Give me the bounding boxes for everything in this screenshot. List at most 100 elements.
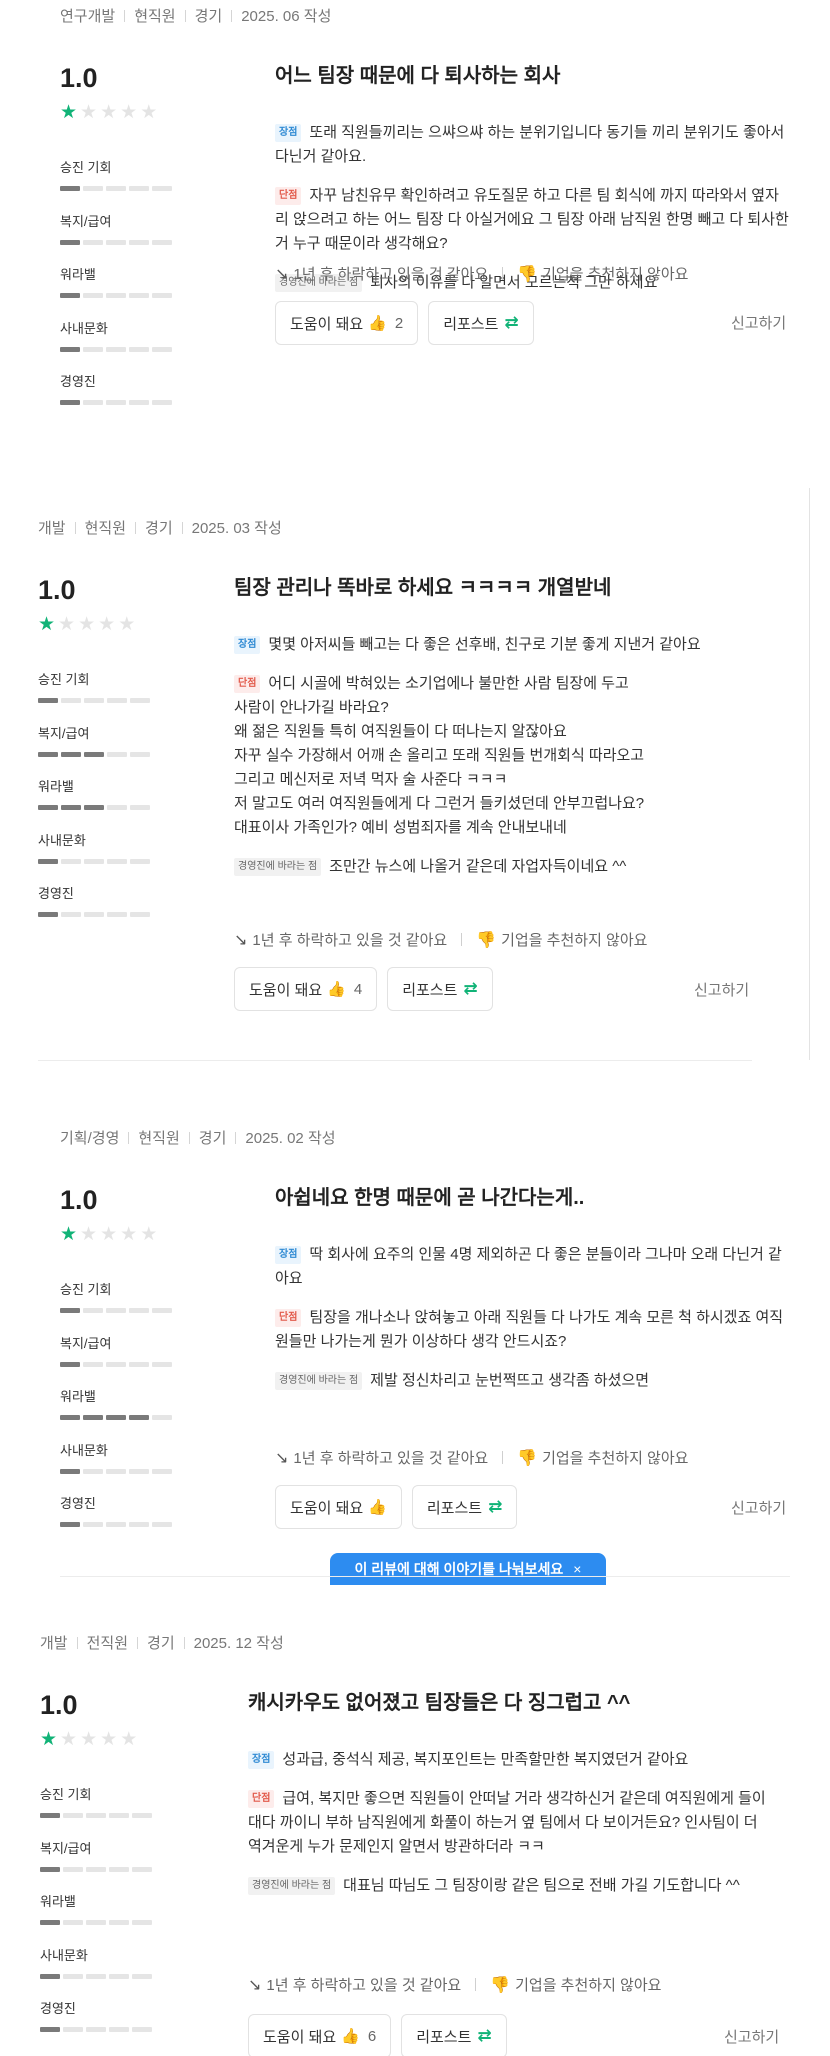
- thumbs-up-icon: 👍: [368, 1499, 387, 1516]
- review-meta: 개발 전직원 경기 2025. 12 작성: [40, 1632, 284, 1653]
- rating-bar: [60, 1361, 180, 1367]
- helpful-count: 2: [394, 314, 404, 332]
- rating-bar-segment: [63, 1813, 83, 1818]
- rating-bar-segment: [84, 751, 104, 757]
- category-rating: 복지/급여: [38, 723, 158, 777]
- rating-bar: [60, 346, 180, 352]
- rating-bar-segment: [60, 1522, 80, 1527]
- trend-down-icon: ↘: [248, 1976, 262, 1994]
- star-icon: ★: [80, 1729, 98, 1750]
- star-icon: ★: [140, 102, 158, 123]
- rating-bar-segment: [86, 1920, 106, 1925]
- repost-label: 리포스트: [402, 981, 458, 999]
- rating-bar-segment: [130, 805, 150, 810]
- rating-bar-segment: [106, 1361, 126, 1367]
- rating-bar-segment: [107, 912, 127, 917]
- category-label: 워라밸: [60, 1389, 96, 1404]
- review-divider: [38, 1060, 752, 1061]
- rating-bar-segment: [60, 239, 80, 245]
- close-icon[interactable]: ×: [573, 1561, 581, 1577]
- employment-status: 현직원: [134, 8, 176, 25]
- scrollbar-track[interactable]: [809, 488, 810, 1060]
- rating-bar-segment: [40, 1973, 60, 1979]
- repost-label: 리포스트: [426, 1499, 483, 1517]
- category-label: 경영진: [40, 2001, 76, 2016]
- repost-button[interactable]: 리포스트 ⇄: [428, 301, 534, 345]
- discussion-tooltip[interactable]: 이 리뷰에 대해 이야기를 나눠보세요 ×: [330, 1553, 606, 1585]
- rating-bar-segment: [106, 186, 126, 191]
- star-icon: ★: [38, 614, 56, 635]
- rating-bar-segment: [152, 346, 172, 352]
- rating-bar-segment: [40, 1813, 60, 1818]
- star-icon: ★: [60, 1224, 78, 1245]
- helpful-count: 4: [353, 980, 363, 998]
- rating-bar-segment: [63, 1920, 83, 1925]
- employment-status: 현직원: [138, 1130, 180, 1147]
- pros-tag: 장점: [275, 124, 302, 142]
- rating-bar-segment: [61, 751, 81, 757]
- rating-bar-segment: [63, 2027, 83, 2032]
- star-rating: ★ ★ ★ ★ ★: [60, 1225, 157, 1245]
- rating-bar-segment: [83, 400, 103, 405]
- star-icon: ★: [118, 614, 136, 635]
- helpful-label: 도움이 돼요: [263, 2028, 337, 2046]
- pros-tag: 장점: [275, 1246, 302, 1264]
- rating-bar: [38, 858, 158, 864]
- category-rating: 사내문화: [60, 318, 180, 372]
- report-link[interactable]: 신고하기: [731, 312, 786, 333]
- action-buttons: 도움이 돼요 👍 6 리포스트 ⇄: [248, 2014, 507, 2056]
- cons-tag: 단점: [275, 1309, 302, 1327]
- report-link[interactable]: 신고하기: [694, 979, 749, 1000]
- repost-button[interactable]: 리포스트 ⇄: [401, 2014, 507, 2056]
- rating-bar: [60, 186, 180, 191]
- repost-button[interactable]: 리포스트 ⇄: [387, 967, 493, 1011]
- rating-bar-segment: [152, 186, 172, 191]
- review-title: 팀장 관리나 똑바로 하세요 ㅋㅋㅋㅋ 개열받네: [234, 577, 612, 599]
- report-link[interactable]: 신고하기: [724, 2026, 779, 2047]
- rating-bar-segment: [152, 1522, 172, 1527]
- category-label: 경영진: [60, 374, 96, 389]
- outlook-row: ↘ 1년 후 하락하고 있을 것 같아요 👎 기업을 추천하지 않아요: [248, 1974, 661, 1995]
- star-icon: ★: [100, 1224, 118, 1245]
- pros-text: 딱 회사에 요주의 인물 4명 제외하곤 다 좋은 분들이라 그나마 오래 다닌…: [275, 1246, 782, 1287]
- repost-label: 리포스트: [416, 2028, 472, 2046]
- rating-bar: [38, 751, 158, 757]
- employment-status: 전직원: [86, 1635, 129, 1652]
- rating-bar-segment: [83, 1468, 103, 1474]
- job-category: 개발: [40, 1635, 68, 1652]
- pros-tag: 장점: [234, 636, 261, 654]
- rating-bar-segment: [84, 858, 104, 864]
- rating-bar-segment: [106, 1468, 126, 1474]
- category-label: 복지/급여: [38, 725, 90, 741]
- rating-bar: [60, 293, 180, 298]
- trend-down-icon: ↘: [234, 931, 248, 949]
- helpful-button[interactable]: 도움이 돼요 👍 6: [248, 2014, 392, 2056]
- pros-tag: 장점: [248, 1751, 275, 1769]
- star-icon: ★: [60, 102, 78, 123]
- category-label: 워라밸: [40, 1894, 76, 1909]
- category-rating: 승진 기회: [40, 1784, 160, 1838]
- helpful-button[interactable]: 도움이 돼요 👍 4: [234, 967, 378, 1011]
- repost-button[interactable]: 리포스트 ⇄: [411, 1485, 518, 1529]
- outlook-row: ↘ 1년 후 하락하고 있을 것 같아요 👎 기업을 추천하지 않아요: [275, 1447, 688, 1468]
- outlook-text: 1년 후 하락하고 있을 것 같아요: [293, 1450, 489, 1467]
- report-link[interactable]: 신고하기: [731, 1497, 786, 1518]
- written-date: 2025. 12 작성: [193, 1635, 284, 1652]
- rating-bar-segment: [107, 751, 127, 757]
- review-title: 아쉽네요 한명 때문에 곧 나간다는게..: [275, 1187, 585, 1209]
- category-rating: 복지/급여: [60, 211, 180, 265]
- pros-text: 성과급, 중석식 제공, 복지포인트는 만족할만한 복지였던거 같아요: [282, 1751, 689, 1768]
- rating-bar-segment: [109, 1920, 129, 1925]
- trend-down-icon: ↘: [275, 1449, 289, 1467]
- review-divider: [60, 1576, 790, 1577]
- helpful-button[interactable]: 도움이 돼요 👍: [275, 1485, 402, 1529]
- star-icon: ★: [58, 614, 76, 635]
- rating-bar: [38, 805, 158, 810]
- helpful-button[interactable]: 도움이 돼요 👍 2: [275, 301, 419, 345]
- review-body: 장점 딱 회사에 요주의 인물 4명 제외하곤 다 좋은 분들이라 그나마 오래 …: [275, 1243, 791, 1408]
- rating-bar-segment: [107, 698, 127, 703]
- review-card: 개발 현직원 경기 2025. 03 작성 1.0 ★ ★ ★ ★ ★ 승진 기회 복지…: [38, 517, 778, 1027]
- cons-text: 급여, 복지만 좋으면 직원들이 안떠날 거라 생각하신거 같은데 여직원에게 …: [248, 1790, 766, 1855]
- star-icon: ★: [120, 1224, 138, 1245]
- rating-bar-segment: [132, 1813, 152, 1818]
